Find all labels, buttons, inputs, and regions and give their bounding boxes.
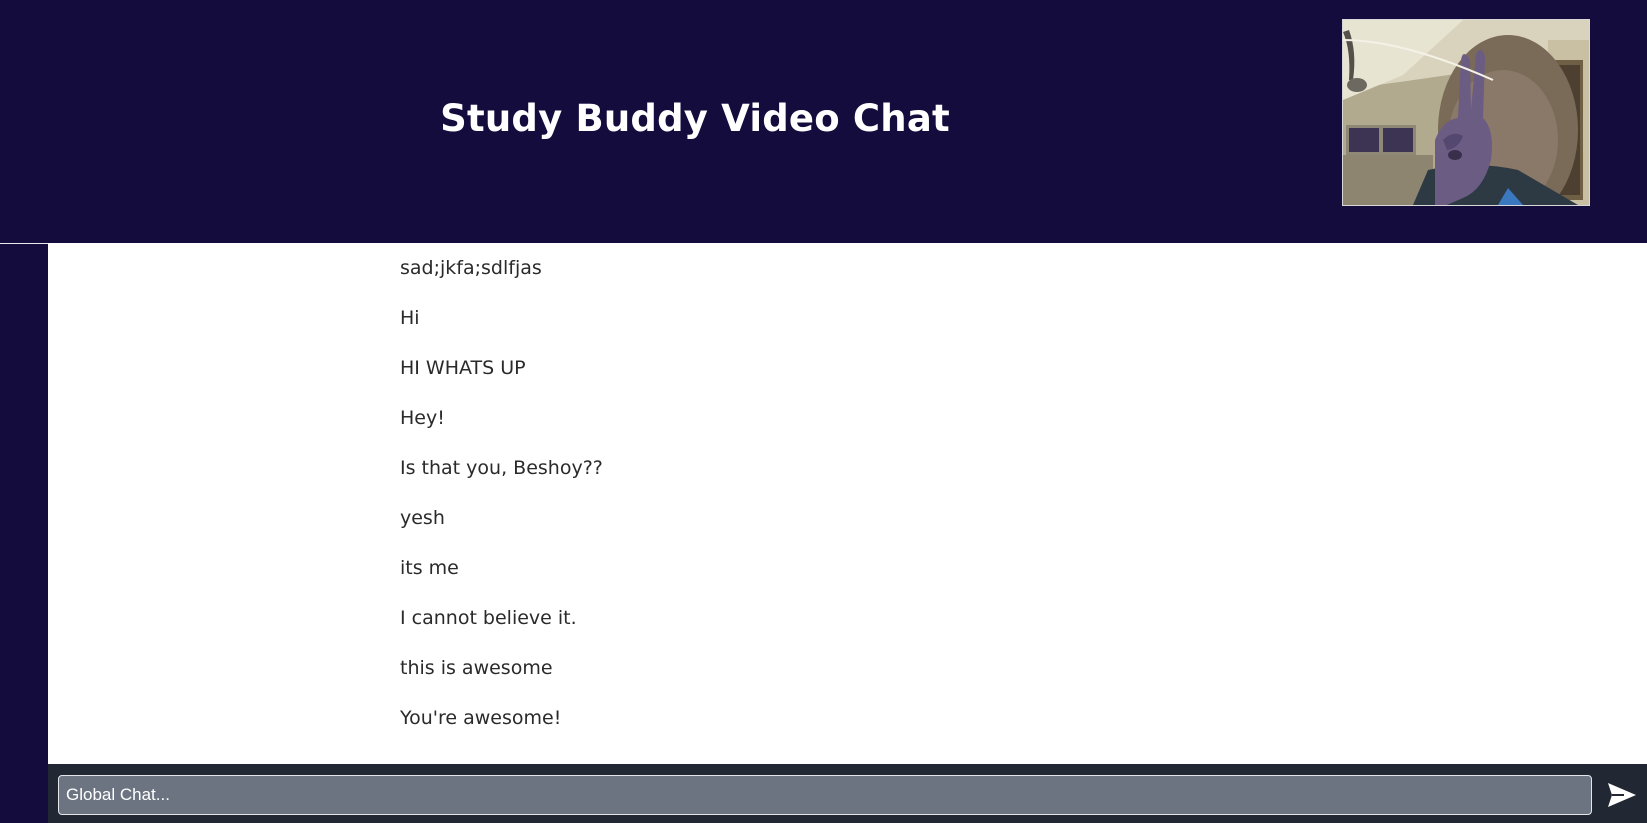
chat-message: HI WHATS UP <box>400 357 526 379</box>
chat-message: Is that you, Beshoy?? <box>400 457 603 479</box>
chat-messages-panel[interactable]: sad;jkfa;sdlfjas Hi HI WHATS UP Hey! Is … <box>48 243 1647 764</box>
chat-message: Hey! <box>400 407 445 429</box>
chat-message: this is awesome <box>400 657 553 679</box>
chat-message: I cannot believe it. <box>400 607 577 629</box>
global-chat-input[interactable] <box>58 775 1592 815</box>
chat-message: sad;jkfa;sdlfjas <box>400 257 542 279</box>
send-button[interactable] <box>1604 777 1640 813</box>
video-thumbnail <box>1343 20 1589 205</box>
chat-message: its me <box>400 557 459 579</box>
message-list: sad;jkfa;sdlfjas Hi HI WHATS UP Hey! Is … <box>400 253 603 753</box>
chat-message: yesh <box>400 507 445 529</box>
local-video-feed[interactable] <box>1342 19 1590 206</box>
chat-message: You're awesome! <box>400 707 562 729</box>
chat-message: Hi <box>400 307 420 329</box>
chat-input-bar <box>48 764 1647 823</box>
send-arrow-icon <box>1608 783 1636 807</box>
header: Study Buddy Video Chat <box>0 0 1647 243</box>
page-title: Study Buddy Video Chat <box>440 97 950 140</box>
left-sidebar <box>0 243 48 823</box>
